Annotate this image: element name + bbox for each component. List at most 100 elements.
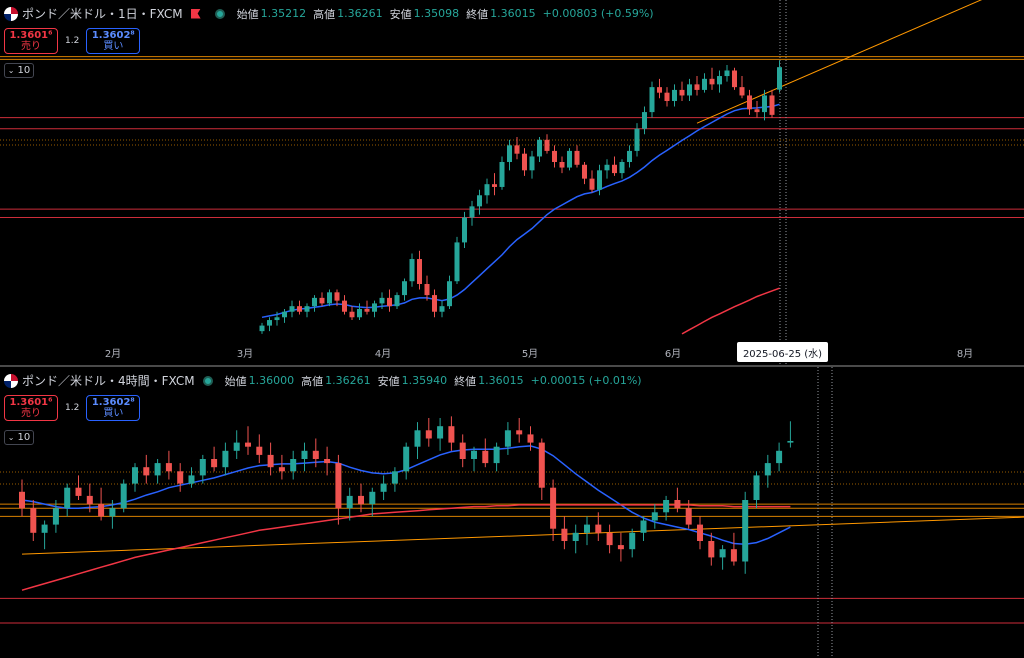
candle-body <box>454 242 460 282</box>
four-hour-high-value: 1.36261 <box>325 374 371 387</box>
daily-change-value: +0.00803 (+0.59%) <box>542 7 654 20</box>
candle-body <box>364 308 370 312</box>
daily-symbol-title[interactable]: ポンド／米ドル・1日・FXCM <box>22 5 183 22</box>
candle-body <box>459 442 466 459</box>
daily-buy-price: 1.3602⁸ <box>91 30 135 41</box>
candle-body <box>672 89 677 101</box>
candle-body <box>448 426 455 443</box>
candle-body <box>629 532 636 550</box>
candle-body <box>447 281 452 307</box>
daily-sell-label: 売り <box>21 41 41 52</box>
candle-body <box>640 520 647 533</box>
candle-body <box>211 459 218 468</box>
candle-body <box>747 95 752 110</box>
candle-body <box>394 295 400 307</box>
candle-body <box>267 454 274 468</box>
candle-body <box>387 297 392 307</box>
candle-body <box>709 78 715 85</box>
four-hour-chart-plot[interactable] <box>0 367 1024 658</box>
daily-buy-button[interactable]: 1.3602⁸ 買い <box>86 28 141 54</box>
candle-body <box>301 450 308 459</box>
daily-open-value: 1.35212 <box>260 7 307 20</box>
four-hour-volume-toggle[interactable]: ⌄ 10 <box>4 430 34 445</box>
candle-body <box>188 475 195 484</box>
four-hour-sell-price: 1.3601⁶ <box>9 397 53 408</box>
candle-body <box>256 446 263 455</box>
four-hour-change-value: +0.00015 (+0.01%) <box>530 374 642 387</box>
candle-body <box>572 532 579 541</box>
x-axis-tick-label: 6月 <box>665 348 681 360</box>
candle-body <box>312 297 317 307</box>
candle-body <box>380 483 387 492</box>
candle-body <box>574 150 580 165</box>
candle-body <box>687 84 692 96</box>
candle-body <box>259 325 265 332</box>
candle-body <box>199 459 206 476</box>
daily-sell-button[interactable]: 1.3601⁶ 売り <box>4 28 58 54</box>
candle-body <box>132 467 138 484</box>
market-status-icon[interactable] <box>214 8 225 19</box>
candle-body <box>612 164 617 174</box>
candle-body <box>499 162 505 187</box>
candle-body <box>544 139 550 151</box>
candle-body <box>245 442 251 447</box>
four-hour-chart-pane[interactable]: ポンド／米ドル・4時間・FXCM 始値 1.36000 高値 1.36261 安値 1… <box>0 367 1024 658</box>
four-hour-close-value: 1.36015 <box>478 374 524 387</box>
candle-body <box>537 139 542 157</box>
four-hour-symbol-title[interactable]: ポンド／米ドル・4時間・FXCM <box>22 372 195 389</box>
candle-body <box>527 434 534 443</box>
candle-body <box>439 306 445 312</box>
moving-average-long <box>681 287 780 335</box>
moving-average-short <box>261 103 780 319</box>
candle-body <box>233 442 240 451</box>
candle-body <box>492 184 497 187</box>
candle-body <box>41 524 48 533</box>
candle-body <box>75 487 82 496</box>
candle-body <box>403 446 410 472</box>
candle-body <box>437 426 444 439</box>
candle-body <box>372 303 377 312</box>
candle-body <box>319 297 325 304</box>
candle-body <box>424 284 430 296</box>
four-hour-trade-buttons: 1.3601⁶ 売り 1.2 1.3602⁸ 買い <box>4 395 141 421</box>
candle-body <box>402 281 407 296</box>
candle-body <box>120 483 127 509</box>
candle-body <box>719 549 726 558</box>
candle-body <box>425 430 432 439</box>
candle-body <box>409 259 415 282</box>
candle-body <box>432 295 437 312</box>
candle-body <box>642 112 647 129</box>
flag-marker-icon[interactable] <box>190 8 201 19</box>
daily-chart-plot[interactable]: 2月 3月 4月 5月 6月 8月 <box>0 0 1024 365</box>
candle-body <box>334 292 340 301</box>
daily-volume-toggle[interactable]: ⌄ 10 <box>4 63 34 78</box>
daily-sell-price: 1.3601⁶ <box>9 30 53 41</box>
candle-body <box>516 430 523 435</box>
four-hour-high-label: 高値 <box>301 374 324 388</box>
four-hour-buy-button[interactable]: 1.3602⁸ 買い <box>86 395 141 421</box>
four-hour-legend: ポンド／米ドル・4時間・FXCM 始値 1.36000 高値 1.36261 安値 1… <box>4 372 649 389</box>
four-hour-sell-button[interactable]: 1.3601⁶ 売り <box>4 395 58 421</box>
four-hour-close-label: 終値 <box>454 374 477 388</box>
daily-buy-label: 買い <box>103 41 124 52</box>
market-status-icon[interactable] <box>202 375 213 386</box>
candle-body <box>514 145 520 154</box>
daily-chart-pane[interactable]: 2月 3月 4月 5月 6月 8月 ポンド／米ドル・1日・FXCM 始値 1.35212 高… <box>0 0 1024 365</box>
candle-body <box>477 195 482 207</box>
candle-body <box>538 442 545 488</box>
candle-body <box>724 70 730 77</box>
candle-body <box>604 164 610 171</box>
candle-body <box>417 259 422 284</box>
four-hour-sell-label: 売り <box>21 408 41 419</box>
candle-body <box>679 89 685 96</box>
daily-low-value: 1.35098 <box>413 7 460 20</box>
candle-body <box>289 306 295 312</box>
chevron-down-icon: ⌄ <box>7 433 15 442</box>
candle-body <box>764 463 771 476</box>
daily-close-label: 終値 <box>466 7 489 21</box>
four-hour-buy-price: 1.3602⁸ <box>91 397 135 408</box>
candle-body <box>550 487 557 529</box>
candle-body <box>469 206 475 218</box>
candle-body <box>732 70 737 88</box>
candle-body <box>742 500 749 562</box>
